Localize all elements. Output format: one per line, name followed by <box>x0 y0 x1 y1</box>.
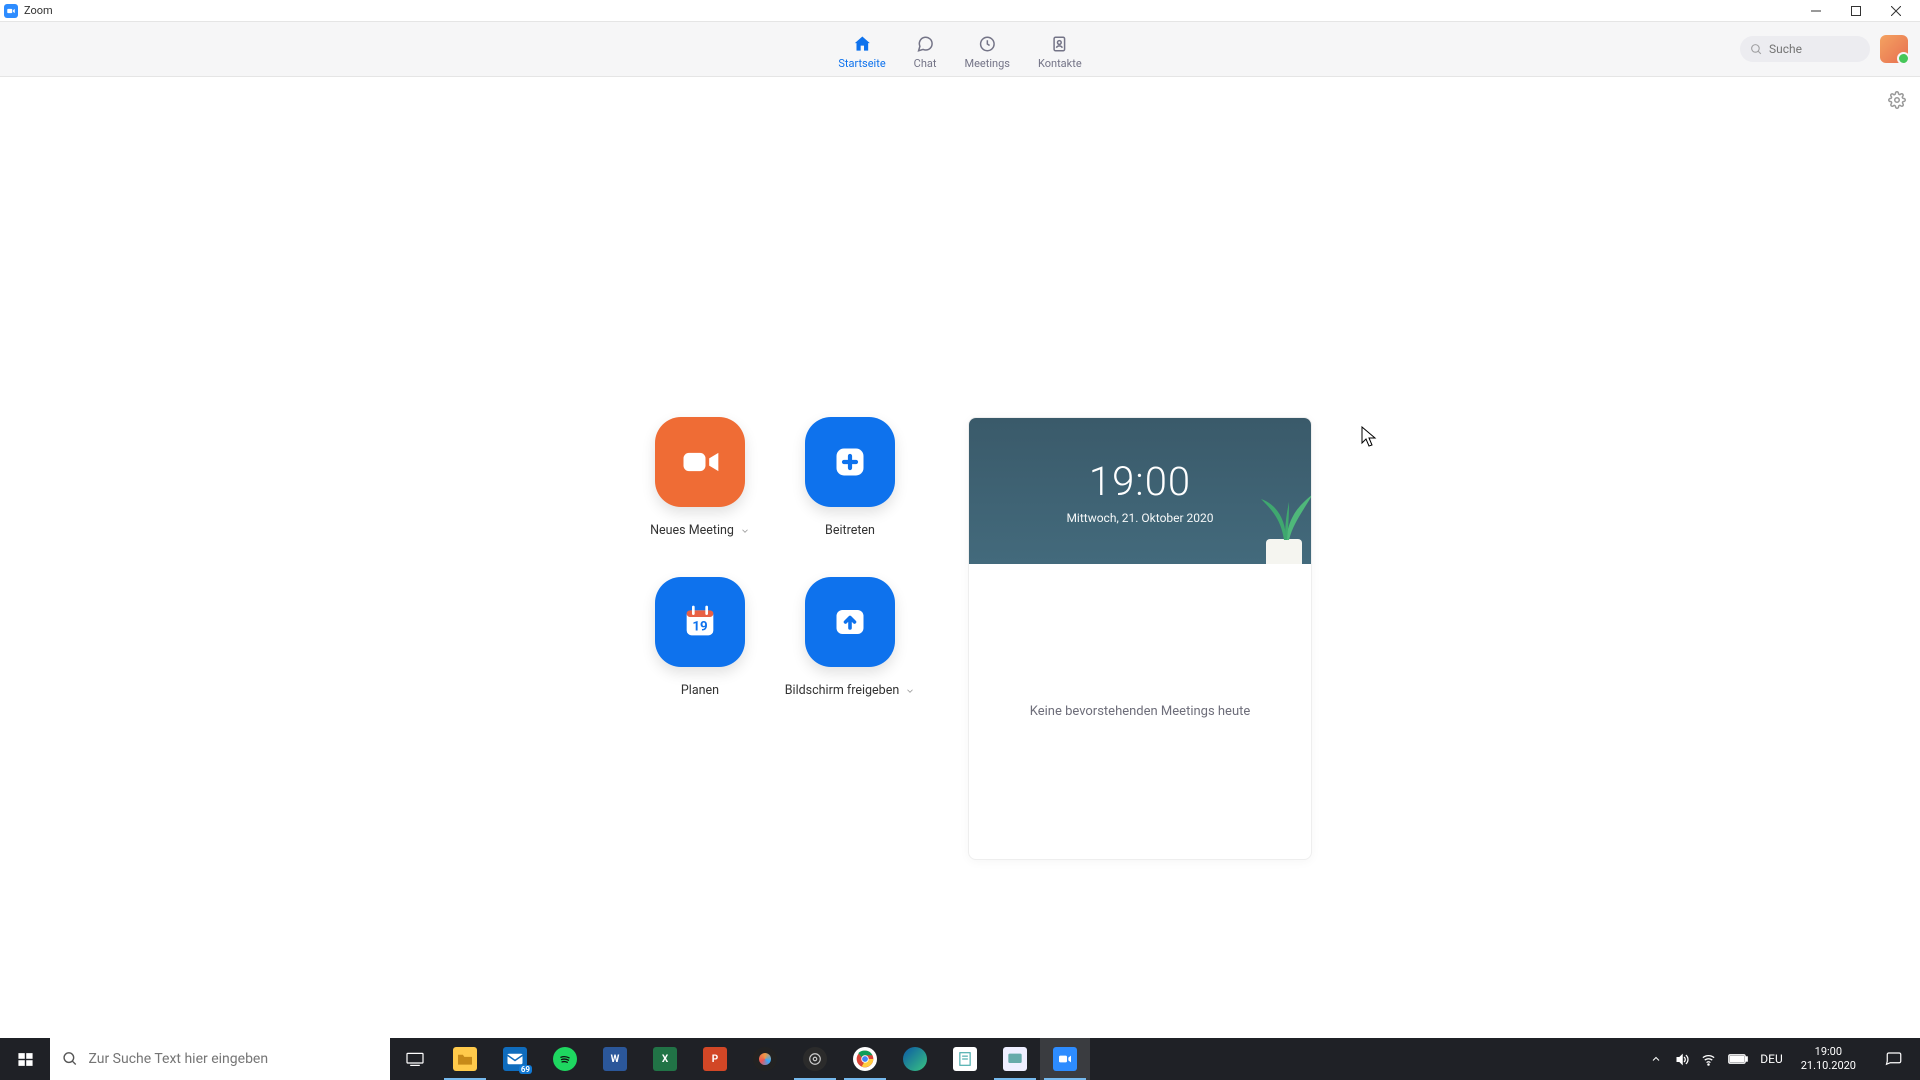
window-title: Zoom <box>24 4 53 17</box>
mail-icon: 69 <box>503 1047 527 1071</box>
tab-chat-label: Chat <box>914 57 937 70</box>
tray-clock-time: 19:00 <box>1801 1045 1856 1059</box>
video-icon <box>678 440 722 484</box>
new-meeting-label: Neues Meeting <box>650 523 734 538</box>
share-screen-button[interactable] <box>805 577 895 667</box>
schedule-button[interactable]: 19 <box>655 577 745 667</box>
tray-clock[interactable]: 19:00 21.10.2020 <box>1795 1045 1862 1073</box>
taskbar: 69 W X P DEU 19:00 21.10.2020 <box>0 1038 1920 1080</box>
start-button[interactable] <box>0 1038 50 1080</box>
join-button[interactable] <box>805 417 895 507</box>
zoom-app-icon <box>4 4 18 18</box>
gear-icon <box>1888 91 1906 109</box>
app-icon <box>1003 1047 1027 1071</box>
share-screen-label: Bildschirm freigeben <box>785 683 899 698</box>
tab-home[interactable]: Startseite <box>838 28 885 70</box>
search-input[interactable] <box>1769 42 1859 56</box>
obs-icon <box>803 1047 827 1071</box>
taskbar-app-excel[interactable]: X <box>640 1038 690 1080</box>
wifi-icon <box>1701 1052 1716 1067</box>
spotify-icon <box>553 1047 577 1071</box>
taskbar-app-edge[interactable] <box>890 1038 940 1080</box>
search-box[interactable] <box>1740 36 1870 62</box>
no-meetings-text: Keine bevorstehenden Meetings heute <box>1030 704 1251 719</box>
zoom-icon <box>1053 1047 1077 1071</box>
tab-meetings-label: Meetings <box>964 57 1009 70</box>
taskbar-app-spotify[interactable] <box>540 1038 590 1080</box>
notepad-icon <box>953 1047 977 1071</box>
tray-clock-date: 21.10.2020 <box>1801 1059 1856 1073</box>
chevron-up-icon <box>1650 1053 1662 1065</box>
tray-volume[interactable] <box>1674 1052 1689 1067</box>
cursor-icon <box>1361 426 1377 448</box>
header: Startseite Chat Meetings Kontakte <box>0 22 1920 77</box>
search-icon <box>62 1050 78 1068</box>
app-icon <box>753 1047 777 1071</box>
tab-chat[interactable]: Chat <box>914 28 937 70</box>
avatar[interactable] <box>1880 35 1908 63</box>
minimize-button[interactable] <box>1796 0 1836 22</box>
edge-icon <box>903 1047 927 1071</box>
tray-wifi[interactable] <box>1701 1052 1716 1067</box>
taskbar-search[interactable] <box>50 1038 390 1080</box>
task-view-icon <box>405 1051 425 1067</box>
volume-icon <box>1674 1052 1689 1067</box>
clock-time: 19:00 <box>1089 458 1191 505</box>
folder-icon <box>453 1047 477 1071</box>
chevron-down-icon[interactable] <box>740 526 750 536</box>
clock-date: Mittwoch, 21. Oktober 2020 <box>1066 511 1213 525</box>
share-screen-icon <box>832 604 868 640</box>
powerpoint-icon: P <box>703 1047 727 1071</box>
tray-chevron[interactable] <box>1650 1053 1662 1065</box>
content-area: Neues Meeting Beitreten 19 Planen <box>0 77 1920 1038</box>
tab-meetings[interactable]: Meetings <box>964 28 1009 70</box>
new-meeting-button[interactable] <box>655 417 745 507</box>
tray-battery[interactable] <box>1728 1053 1748 1065</box>
titlebar: Zoom <box>0 0 1920 22</box>
taskbar-app-obs[interactable] <box>790 1038 840 1080</box>
word-icon: W <box>603 1047 627 1071</box>
maximize-button[interactable] <box>1836 0 1876 22</box>
task-view-button[interactable] <box>390 1038 440 1080</box>
tray-notifications[interactable] <box>1874 1038 1914 1080</box>
calendar-card: 19:00 Mittwoch, 21. Oktober 2020 Keine b… <box>968 417 1312 860</box>
taskbar-app-chrome[interactable] <box>840 1038 890 1080</box>
clock-icon <box>978 34 996 54</box>
excel-icon: X <box>653 1047 677 1071</box>
plus-icon <box>832 444 868 480</box>
chat-icon <box>916 34 934 54</box>
taskbar-app-powerpoint[interactable]: P <box>690 1038 740 1080</box>
svg-text:19: 19 <box>692 619 707 634</box>
calendar-icon: 19 <box>680 602 720 642</box>
tab-home-label: Startseite <box>838 57 885 70</box>
taskbar-app-generic1[interactable] <box>740 1038 790 1080</box>
home-icon <box>852 34 872 54</box>
taskbar-app-word[interactable]: W <box>590 1038 640 1080</box>
chevron-down-icon[interactable] <box>905 686 915 696</box>
taskbar-app-mail[interactable]: 69 <box>490 1038 540 1080</box>
chrome-icon <box>853 1047 877 1071</box>
windows-icon <box>17 1051 34 1068</box>
taskbar-app-zoom[interactable] <box>1040 1038 1090 1080</box>
taskbar-app-notepad[interactable] <box>940 1038 990 1080</box>
contacts-icon <box>1051 34 1069 54</box>
tray-language[interactable]: DEU <box>1760 1052 1782 1066</box>
close-button[interactable] <box>1876 0 1916 22</box>
battery-icon <box>1728 1053 1748 1065</box>
tab-contacts[interactable]: Kontakte <box>1038 28 1082 70</box>
taskbar-app-explorer[interactable] <box>440 1038 490 1080</box>
search-icon <box>1750 43 1763 56</box>
taskbar-search-input[interactable] <box>88 1051 378 1067</box>
tab-contacts-label: Kontakte <box>1038 57 1082 70</box>
taskbar-app-generic2[interactable] <box>990 1038 1040 1080</box>
calendar-hero: 19:00 Mittwoch, 21. Oktober 2020 <box>969 418 1311 564</box>
notification-icon <box>1885 1050 1903 1068</box>
settings-button[interactable] <box>1888 91 1906 113</box>
schedule-label: Planen <box>681 683 719 698</box>
plant-illustration <box>1231 464 1311 564</box>
join-label: Beitreten <box>825 523 875 538</box>
